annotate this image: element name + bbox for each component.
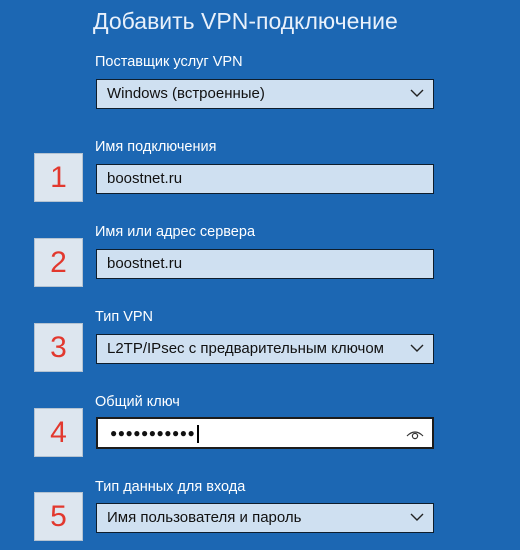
step-badge-2: 2 bbox=[34, 238, 83, 287]
step-badge-3: 3 bbox=[34, 323, 83, 372]
connection-name-input[interactable]: boostnet.ru bbox=[96, 164, 434, 194]
text-caret bbox=[197, 424, 199, 443]
eye-icon[interactable] bbox=[406, 427, 424, 441]
signin-type-label: Тип данных для входа bbox=[95, 479, 246, 495]
vpn-type-value: L2TP/IPsec с предварительным ключом bbox=[107, 340, 384, 357]
connection-name-value: boostnet.ru bbox=[107, 170, 183, 187]
signin-type-dropdown[interactable]: Имя пользователя и пароль bbox=[96, 503, 434, 533]
shared-key-label: Общий ключ bbox=[95, 394, 180, 410]
provider-value: Windows (встроенные) bbox=[107, 85, 265, 102]
chevron-down-icon bbox=[410, 513, 424, 521]
chevron-down-icon bbox=[410, 344, 424, 352]
shared-key-input[interactable]: ●●●●●●●●●●● bbox=[96, 417, 434, 449]
provider-label: Поставщик услуг VPN bbox=[95, 54, 243, 70]
vpn-type-label: Тип VPN bbox=[95, 309, 154, 325]
provider-dropdown[interactable]: Windows (встроенные) bbox=[96, 79, 434, 109]
vpn-type-dropdown[interactable]: L2TP/IPsec с предварительным ключом bbox=[96, 334, 434, 364]
step-badge-5: 5 bbox=[34, 492, 83, 541]
signin-type-value: Имя пользователя и пароль bbox=[107, 509, 302, 526]
shared-key-dots: ●●●●●●●●●●● bbox=[110, 426, 196, 440]
server-address-value: boostnet.ru bbox=[107, 255, 183, 272]
server-label: Имя или адрес сервера bbox=[95, 224, 256, 240]
connection-name-label: Имя подключения bbox=[95, 139, 217, 155]
shared-key-value: ●●●●●●●●●●● bbox=[110, 419, 199, 447]
server-address-input[interactable]: boostnet.ru bbox=[96, 249, 434, 279]
page-title: Добавить VPN-подключение bbox=[93, 8, 398, 34]
step-badge-1: 1 bbox=[34, 153, 83, 202]
chevron-down-icon bbox=[410, 89, 424, 97]
step-badge-4: 4 bbox=[34, 408, 83, 457]
